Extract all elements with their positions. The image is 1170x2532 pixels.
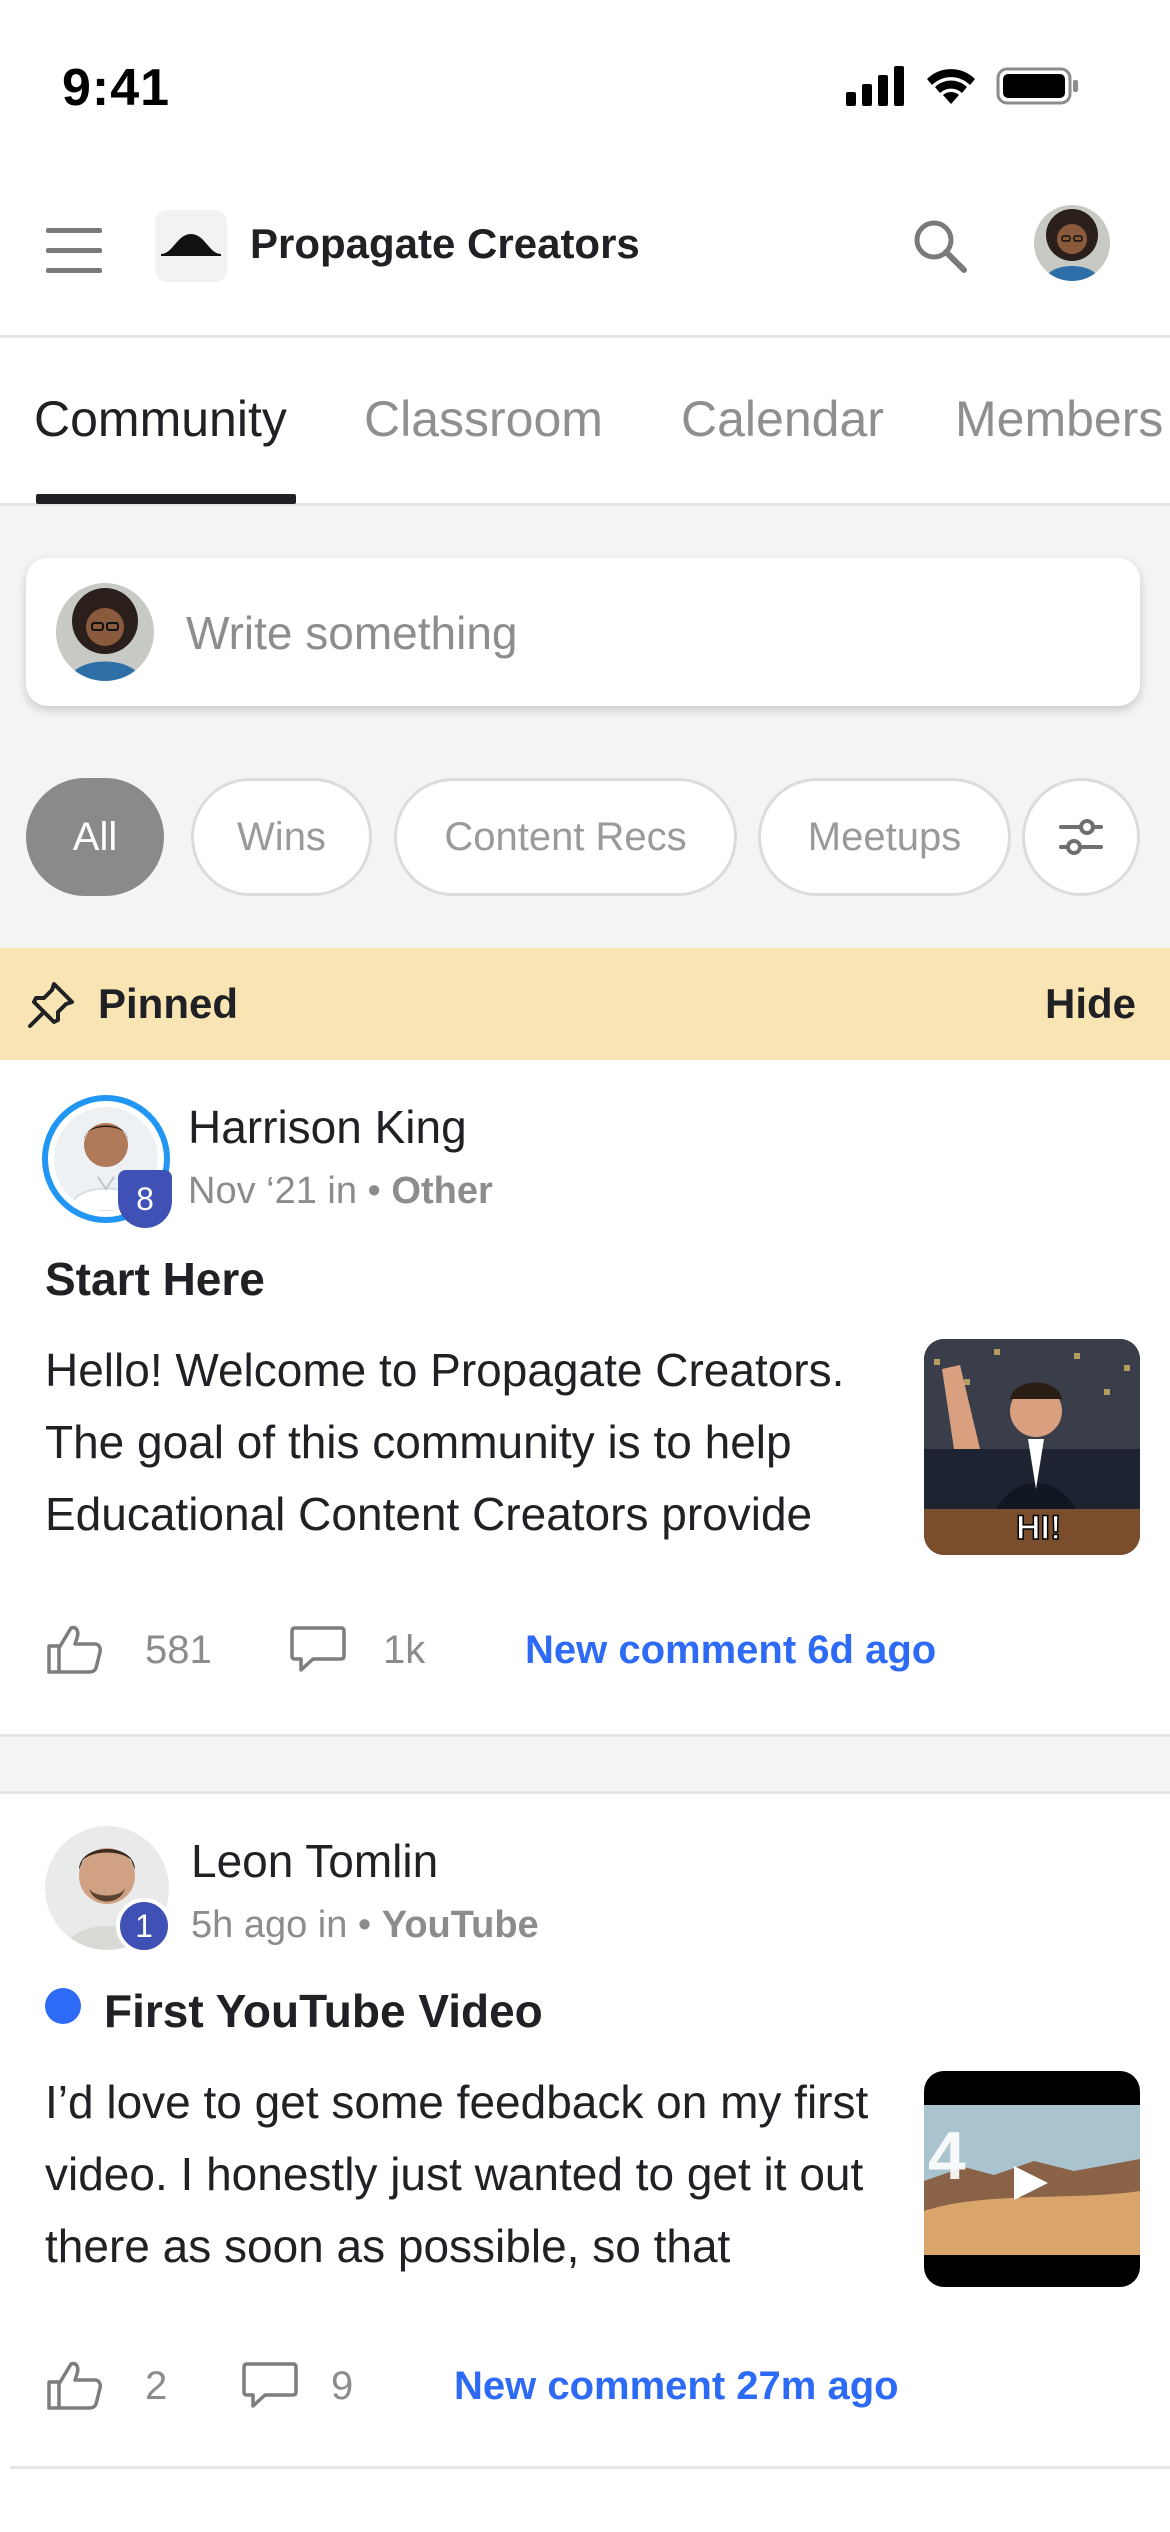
filter-settings-button[interactable] xyxy=(1022,778,1140,896)
hamburger-menu-icon[interactable] xyxy=(46,222,102,282)
post-thumbnail[interactable]: HI! xyxy=(924,1339,1140,1555)
like-icon[interactable] xyxy=(45,2358,103,2412)
pin-icon xyxy=(28,982,74,1028)
post-title[interactable]: First YouTube Video xyxy=(104,1984,543,2038)
level-badge: 1 xyxy=(116,1898,172,1954)
post-author[interactable]: Harrison King xyxy=(188,1100,467,1154)
comment-count: 1k xyxy=(383,1628,426,1672)
sliders-icon xyxy=(1059,819,1103,855)
write-post-input[interactable]: Write something xyxy=(26,558,1140,706)
filter-all[interactable]: All xyxy=(26,778,164,896)
community-logo[interactable] xyxy=(155,210,227,282)
composer-placeholder: Write something xyxy=(186,607,518,659)
post-card[interactable]: 1 Leon Tomlin 5h ago in • YouTube First … xyxy=(0,1794,1170,2464)
app-header: Propagate Creators xyxy=(0,170,1170,338)
post-meta: 5h ago in • YouTube xyxy=(191,1904,539,1947)
post-meta: Nov ‘21 in • Other xyxy=(188,1170,493,1213)
cellular-signal-icon xyxy=(846,66,904,106)
status-time: 9:41 xyxy=(62,59,171,117)
next-post-edge xyxy=(10,2466,1170,2532)
comment-count: 9 xyxy=(331,2364,354,2408)
filter-meetups[interactable]: Meetups xyxy=(758,778,1011,896)
post-preview: Hello! Welcome to Propagate Creators. Th… xyxy=(45,1344,845,1540)
wifi-icon xyxy=(927,69,975,104)
feed-header: Write something All Wins Content Recs Me… xyxy=(0,506,1170,948)
post-actions: 2 9 New comment 27m ago xyxy=(45,2354,1125,2414)
post-time: 5h ago in • xyxy=(191,1904,372,1946)
filter-wins[interactable]: Wins xyxy=(191,778,372,896)
category-filters: All Wins Content Recs Meetups xyxy=(0,778,1170,900)
video-thumbnail[interactable]: 4 xyxy=(924,2071,1140,2287)
community-title[interactable]: Propagate Creators xyxy=(250,220,640,268)
logo-mark-icon xyxy=(161,234,221,256)
pinned-bar: Pinned Hide xyxy=(0,948,1170,1060)
comment-icon[interactable] xyxy=(241,2358,299,2412)
thumbnail-caption: HI! xyxy=(1016,1509,1061,1547)
post-category[interactable]: Other xyxy=(391,1170,492,1212)
active-tab-indicator xyxy=(36,494,296,504)
post-divider xyxy=(0,1734,1170,1794)
section-tabs: Community Classroom Calendar Members xyxy=(0,338,1170,506)
tab-calendar[interactable]: Calendar xyxy=(681,390,884,448)
tab-members[interactable]: Members xyxy=(955,390,1163,448)
filter-content-recs[interactable]: Content Recs xyxy=(394,778,737,896)
tab-classroom[interactable]: Classroom xyxy=(364,390,603,448)
post-time: Nov ‘21 in • xyxy=(188,1170,381,1212)
post-category[interactable]: YouTube xyxy=(382,1904,539,1946)
user-avatar[interactable] xyxy=(1034,205,1110,281)
post-author[interactable]: Leon Tomlin xyxy=(191,1834,438,1888)
hide-pinned-button[interactable]: Hide xyxy=(1045,980,1136,1028)
composer-avatar xyxy=(56,583,154,681)
post-card[interactable]: 8 Harrison King Nov ‘21 in • Other Start… xyxy=(0,1060,1170,1734)
like-count: 2 xyxy=(145,2364,168,2408)
status-bar: 9:41 xyxy=(0,0,1170,170)
new-comment-link[interactable]: New comment 6d ago xyxy=(525,1628,936,1673)
status-icons xyxy=(846,66,1080,106)
level-badge: 8 xyxy=(118,1170,172,1228)
battery-icon xyxy=(996,67,1078,105)
post-preview: I’d love to get some feedback on my firs… xyxy=(45,2076,869,2272)
search-icon[interactable] xyxy=(908,214,972,278)
post-actions: 581 1k New comment 6d ago xyxy=(45,1618,1125,1678)
like-count: 581 xyxy=(145,1628,212,1672)
svg-text:4: 4 xyxy=(928,2118,966,2194)
new-comment-link[interactable]: New comment 27m ago xyxy=(454,2364,899,2409)
like-icon[interactable] xyxy=(45,1622,103,1676)
tab-community[interactable]: Community xyxy=(34,390,287,448)
comment-icon[interactable] xyxy=(289,1622,347,1676)
unread-dot xyxy=(45,1988,81,2024)
post-title[interactable]: Start Here xyxy=(45,1252,265,1306)
pinned-label: Pinned xyxy=(98,980,239,1027)
